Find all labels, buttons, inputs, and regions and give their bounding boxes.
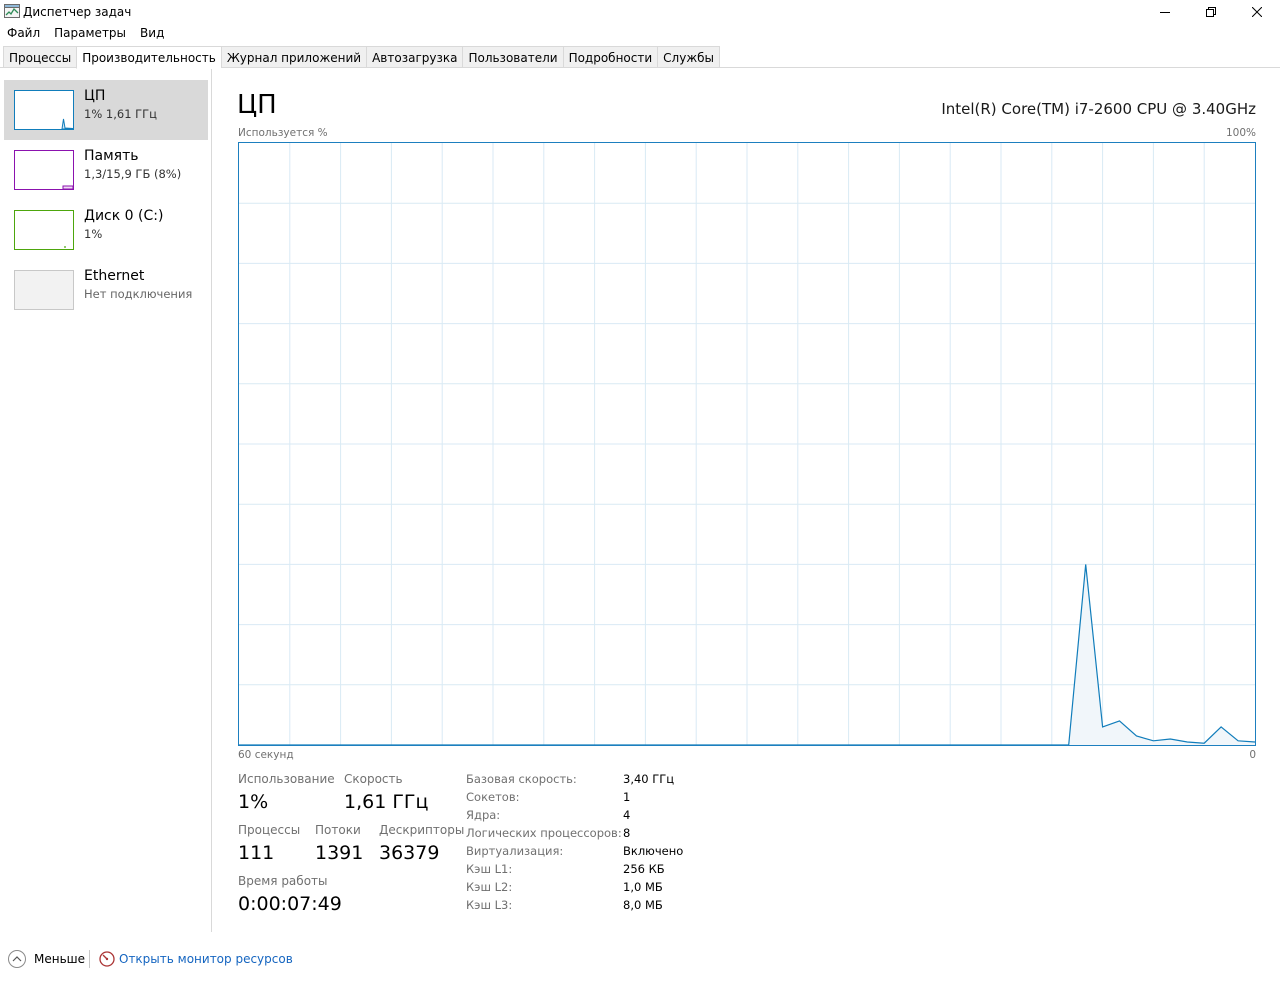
tab-users[interactable]: Пользователи (462, 46, 563, 68)
usage-label: Использование (238, 772, 335, 786)
tab-services[interactable]: Службы (657, 46, 721, 68)
sidebar-item-label: Ethernet (84, 268, 145, 284)
base-speed-key: Базовая скорость: (466, 772, 577, 786)
uptime-label: Время работы (238, 874, 328, 888)
menu-file[interactable]: Файл (0, 24, 47, 44)
disk-thumbnail (14, 210, 74, 250)
cpu-thumbnail (14, 90, 74, 130)
menu-bar: Файл Параметры Вид (0, 24, 171, 44)
sidebar-item-label: Память (84, 148, 139, 164)
memory-mini-graph (62, 185, 73, 189)
ethernet-thumbnail (14, 270, 74, 310)
logical-processors-value: 8 (623, 826, 631, 840)
x-axis-right-label: 0 (1249, 749, 1256, 761)
cpu-mini-graph (61, 118, 73, 129)
sidebar-item-label: ЦП (84, 88, 106, 104)
virtualization-value: Включено (623, 844, 684, 858)
speed-value: 1,61 ГГц (344, 791, 429, 813)
menu-view[interactable]: Вид (133, 24, 171, 44)
cpu-usage-chart-svg (239, 143, 1255, 745)
memory-thumbnail (14, 150, 74, 190)
open-resource-monitor-link[interactable]: Открыть монитор ресурсов (119, 952, 293, 966)
sidebar-item-memory[interactable]: Память 1,3/15,9 ГБ (8%) (4, 140, 208, 200)
sidebar-item-value: Нет подключения (84, 287, 193, 301)
tab-details[interactable]: Подробности (562, 46, 658, 68)
l3-cache-value: 8,0 МБ (623, 898, 663, 912)
close-button[interactable] (1234, 0, 1280, 24)
tab-performance[interactable]: Производительность (76, 46, 221, 69)
y-axis-label: Используется % (238, 127, 328, 139)
restore-button[interactable] (1188, 0, 1234, 24)
tab-app-history[interactable]: Журнал приложений (220, 46, 367, 68)
cpu-usage-graph (238, 142, 1256, 746)
sidebar-item-ethernet[interactable]: Ethernet Нет подключения (4, 260, 208, 320)
minimize-icon (1160, 12, 1170, 13)
sidebar-item-value: 1% 1,61 ГГц (84, 107, 158, 121)
sidebar-item-cpu[interactable]: ЦП 1% 1,61 ГГц (4, 80, 208, 140)
chevron-up-icon (12, 956, 22, 962)
processes-label: Процессы (238, 823, 301, 837)
restore-icon (1206, 7, 1216, 17)
cores-key: Ядра: (466, 808, 501, 822)
l1-cache-value: 256 КБ (623, 862, 665, 876)
sockets-value: 1 (623, 790, 631, 804)
usage-value: 1% (238, 791, 269, 813)
menu-options[interactable]: Параметры (47, 24, 133, 44)
collapse-icon[interactable] (8, 950, 26, 968)
page-title: ЦП (237, 90, 277, 120)
sockets-key: Сокетов: (466, 790, 520, 804)
logical-processors-key: Логических процессоров: (466, 826, 622, 840)
l2-cache-value: 1,0 МБ (623, 880, 663, 894)
tab-startup[interactable]: Автозагрузка (366, 46, 463, 68)
sidebar-item-value: 1% (84, 227, 103, 241)
sidebar-item-value: 1,3/15,9 ГБ (8%) (84, 167, 182, 181)
footer: Меньше Открыть монитор ресурсов (0, 944, 1280, 976)
cores-value: 4 (623, 808, 631, 822)
threads-label: Потоки (315, 823, 361, 837)
sidebar: ЦП 1% 1,61 ГГц Память 1,3/15,9 ГБ (8%) Д… (0, 68, 212, 932)
close-icon (1252, 7, 1262, 17)
threads-value: 1391 (315, 842, 364, 864)
tab-bar: Процессы Производительность Журнал прило… (3, 46, 721, 69)
base-speed-value: 3,40 ГГц (623, 772, 675, 786)
y-axis-max-label: 100% (1225, 127, 1256, 139)
uptime-value: 0:00:07:49 (238, 893, 342, 915)
sidebar-item-disk[interactable]: Диск 0 (C:) 1% (4, 200, 208, 260)
disk-mini-graph (64, 246, 66, 248)
processes-value: 111 (238, 842, 275, 864)
window-title: Диспетчер задач (23, 5, 132, 19)
resource-monitor-icon[interactable] (99, 951, 115, 967)
x-axis-left-label: 60 секунд (238, 749, 294, 761)
title-bar: Диспетчер задач (0, 0, 1280, 24)
fewer-details-button[interactable]: Меньше (34, 952, 85, 966)
l3-cache-key: Кэш L3: (466, 898, 513, 912)
cpu-model-name: Intel(R) Core(TM) i7-2600 CPU @ 3.40GHz (941, 100, 1256, 118)
l1-cache-key: Кэш L1: (466, 862, 513, 876)
handles-label: Дескрипторы (379, 823, 465, 837)
l2-cache-key: Кэш L2: (466, 880, 513, 894)
speed-label: Скорость (344, 772, 403, 786)
footer-divider (89, 950, 90, 968)
sidebar-item-label: Диск 0 (C:) (84, 208, 164, 224)
handles-value: 36379 (379, 842, 440, 864)
task-manager-icon (4, 4, 20, 18)
virtualization-key: Виртуализация: (466, 844, 564, 858)
tab-processes[interactable]: Процессы (3, 46, 77, 68)
minimize-button[interactable] (1142, 0, 1188, 24)
